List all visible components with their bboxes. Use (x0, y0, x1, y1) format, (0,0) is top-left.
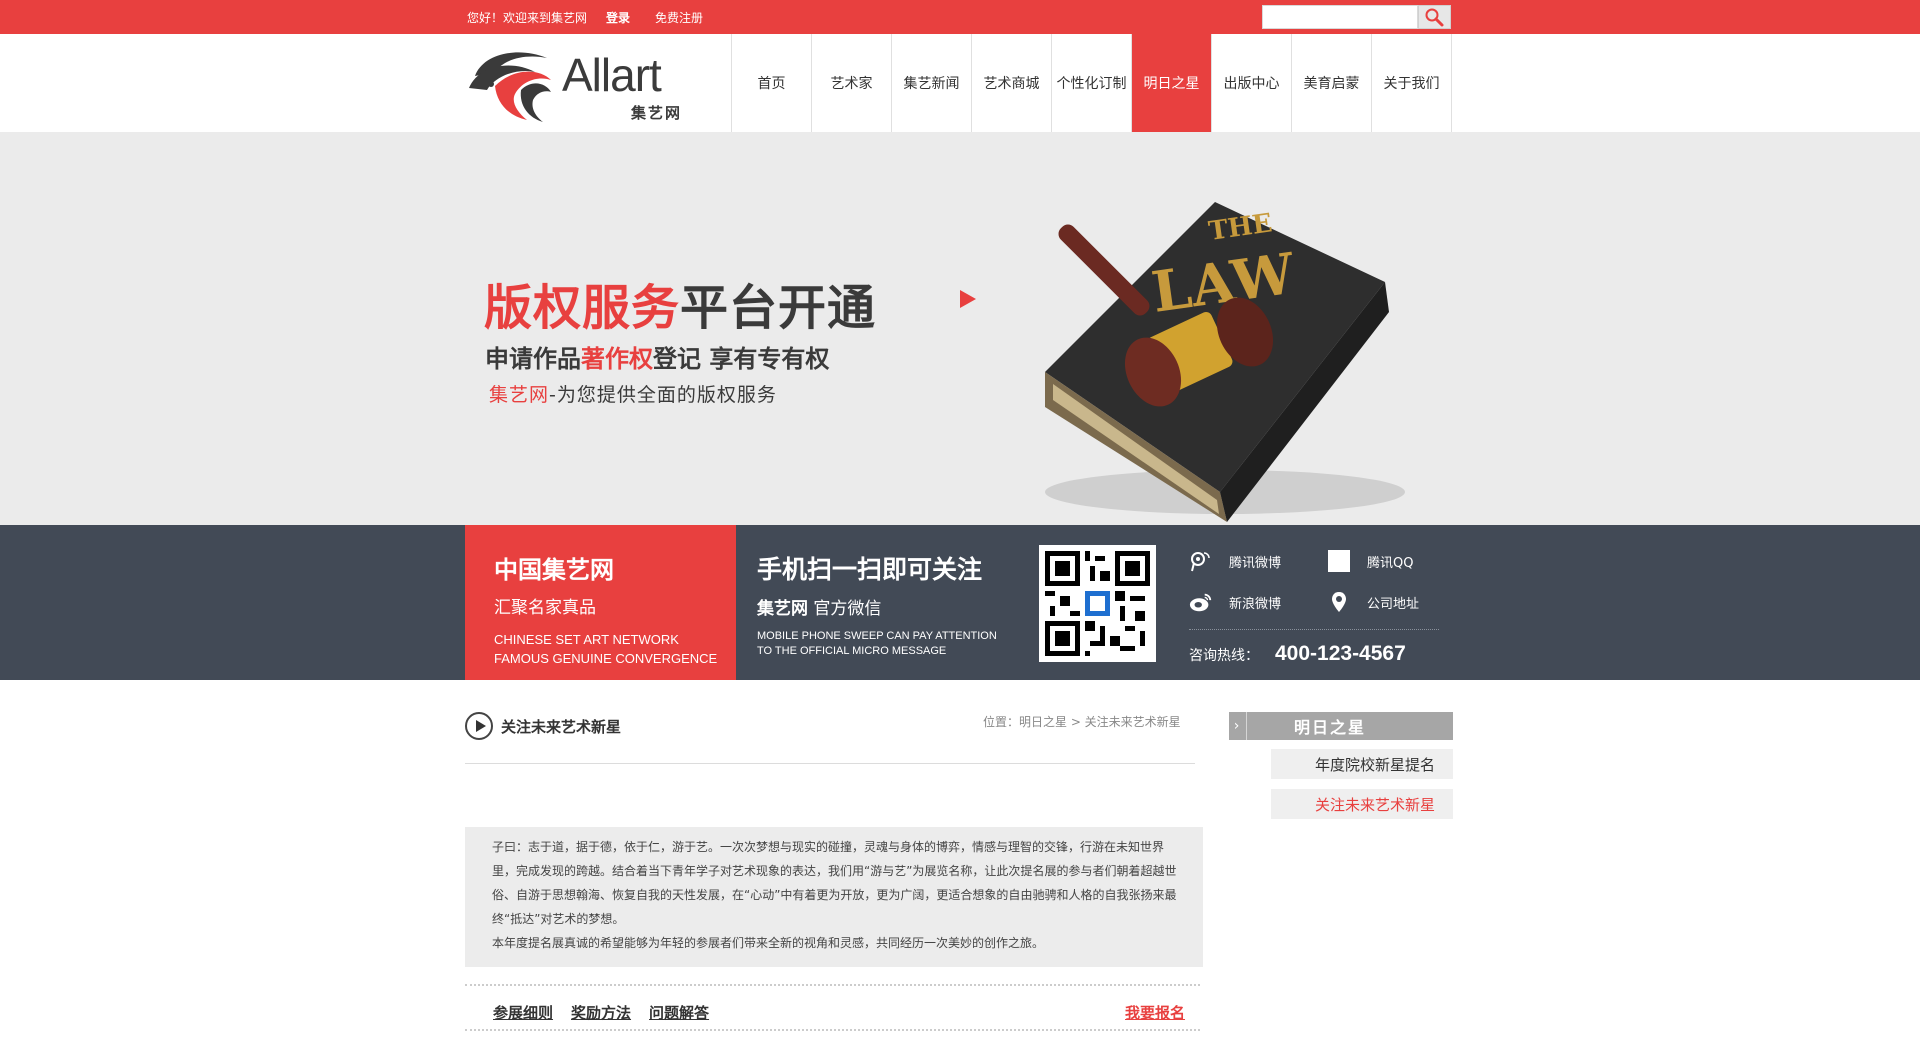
sidebar-heading: › 明日之星 (1229, 712, 1453, 740)
location-pin-icon (1327, 591, 1351, 613)
search-input[interactable] (1262, 5, 1418, 29)
welcome-text: 您好！欢迎来到集艺网 (467, 11, 588, 25)
tencent-qq-link[interactable]: 腾讯QQ (1327, 550, 1413, 572)
banner-tagline: 集艺网-为您提供全面的版权服务 (489, 380, 777, 407)
tencent-qq-label: 腾讯QQ (1367, 555, 1414, 571)
sidebar-heading-label: 明日之星 (1294, 718, 1367, 737)
info-tabs: 参展细则 奖励方法 问题解答 (493, 1002, 727, 1023)
site-logo[interactable]: Allart 集艺网 (465, 46, 690, 126)
company-address-link[interactable]: 公司地址 (1327, 591, 1419, 613)
nav-custom[interactable]: 个性化订制 (1052, 34, 1132, 132)
scan-brand: 集艺网 (757, 599, 808, 619)
sina-weibo-icon (1189, 591, 1213, 613)
logo-subtitle: 集艺网 (631, 104, 683, 122)
breadcrumb[interactable]: 位置：明日之星 > 关注未来艺术新星 (983, 713, 1181, 730)
banner-title: 版权服务平台开通 (484, 268, 876, 338)
brand-slogan: 汇聚名家真品 (494, 598, 596, 618)
sina-weibo-label: 新浪微博 (1229, 596, 1282, 612)
sidebar-item-annual-nomination[interactable]: 年度院校新星提名 (1271, 749, 1453, 779)
hotline-divider (1189, 629, 1439, 630)
info-strip: 中国集艺网 汇聚名家真品 CHINESE SET ART NETWORK FAM… (0, 525, 1920, 680)
nav-art-education[interactable]: 美育启蒙 (1292, 34, 1372, 132)
intro-box: 子曰：志于道，据于德，依于仁，游于艺。一次次梦想与现实的碰撞，灵魂与身体的博弈，… (465, 827, 1203, 967)
logo-emblem (469, 52, 551, 122)
qr-code-icon (1045, 551, 1150, 656)
banner-title-rest: 平台开通 (680, 280, 877, 336)
scan-panel: 手机扫一扫即可关注 集艺网 官方微信 MOBILE PHONE SWEEP CA… (757, 550, 997, 659)
scan-title: 手机扫一扫即可关注 (757, 555, 983, 584)
register-link[interactable]: 免费注册 (655, 9, 703, 26)
intro-paragraph-2: 本年度提名展真诚的希望能够为年轻的参展者们带来全新的视角和灵感，共同经历一次美妙… (492, 936, 1045, 950)
main-nav: 首页 艺术家 集艺新闻 艺术商城 个性化订制 明日之星 出版中心 美育启蒙 关于… (731, 34, 1452, 132)
hotline-label: 咨询热线： (1189, 648, 1259, 664)
tab-award-methods[interactable]: 奖励方法 (571, 1002, 631, 1023)
tencent-weibo-link[interactable]: 腾讯微博 (1189, 550, 1281, 572)
scan-subtitle: 集艺网 官方微信 (757, 594, 997, 619)
signup-link[interactable]: 我要报名 (1125, 1002, 1185, 1023)
scan-english: MOBILE PHONE SWEEP CAN PAY ATTENTION TO … (757, 629, 997, 659)
scan-english-line1: MOBILE PHONE SWEEP CAN PAY ATTENTION (757, 630, 997, 642)
brand-english-line2: FAMOUS GENUINE CONVERGENCE (494, 651, 718, 666)
scan-sub-label: 官方微信 (813, 599, 882, 619)
tabs-top-divider (465, 984, 1200, 986)
sidebar-item-future-stars[interactable]: 关注未来艺术新星 (1271, 789, 1453, 819)
tabs-bottom-divider (465, 1029, 1200, 1031)
tencent-weibo-label: 腾讯微博 (1229, 555, 1282, 571)
sina-weibo-link[interactable]: 新浪微博 (1189, 591, 1281, 613)
search-icon (1425, 8, 1444, 27)
qq-icon (1327, 550, 1351, 572)
banner-subtitle: 申请作品著作权登记 享有专有权 (485, 339, 829, 374)
scan-english-line2: TO THE OFFICIAL MICRO MESSAGE (757, 645, 947, 657)
wechat-qr-code (1039, 545, 1156, 662)
banner-subtitle-b: 登记 享有专有权 (653, 345, 830, 373)
law-book-gavel-illustration: THE LAW (1045, 202, 1405, 522)
nav-artists[interactable]: 艺术家 (812, 34, 892, 132)
brand-english-line1: CHINESE SET ART NETWORK (494, 632, 679, 647)
search-button[interactable] (1418, 5, 1451, 29)
nav-future-stars[interactable]: 明日之星 (1132, 34, 1212, 132)
heading-divider (465, 763, 1195, 764)
banner-arrow-icon (960, 290, 976, 308)
banner-tagline-rest: -为您提供全面的版权服务 (549, 384, 777, 406)
login-link[interactable]: 登录 (606, 9, 630, 26)
brand-english: CHINESE SET ART NETWORK FAMOUS GENUINE C… (494, 630, 736, 668)
hero-banner[interactable]: 版权服务平台开通 申请作品著作权登记 享有专有权 集艺网-为您提供全面的版权服务… (0, 132, 1920, 525)
nav-about[interactable]: 关于我们 (1372, 34, 1452, 132)
brand-panel: 中国集艺网 汇聚名家真品 CHINESE SET ART NETWORK FAM… (465, 525, 736, 680)
brand-title: 中国集艺网 (494, 556, 614, 584)
banner-tagline-brand: 集艺网 (489, 384, 550, 406)
nav-publishing[interactable]: 出版中心 (1212, 34, 1292, 132)
nav-news[interactable]: 集艺新闻 (892, 34, 972, 132)
tencent-weibo-icon (1189, 550, 1213, 572)
banner-subtitle-a: 申请作品 (485, 345, 581, 373)
nav-mall[interactable]: 艺术商城 (972, 34, 1052, 132)
section-heading: 关注未来艺术新星 (465, 712, 621, 740)
section-title: 关注未来艺术新星 (501, 717, 622, 736)
content-area: 关注未来艺术新星 位置：明日之星 > 关注未来艺术新星 子曰：志于道，据于德，依… (465, 680, 1453, 1060)
company-address-label: 公司地址 (1367, 596, 1420, 612)
nav-home[interactable]: 首页 (732, 34, 812, 132)
banner-title-highlight: 版权服务 (484, 280, 681, 336)
top-bar: 您好！欢迎来到集艺网 登录 免费注册 (0, 0, 1920, 34)
chevron-right-icon: › (1229, 712, 1247, 740)
play-circle-icon (465, 712, 493, 740)
banner-subtitle-highlight: 著作权 (581, 345, 653, 373)
tab-exhibition-rules[interactable]: 参展细则 (493, 1002, 553, 1023)
tab-faq[interactable]: 问题解答 (649, 1002, 709, 1023)
intro-paragraph-1: 子曰：志于道，据于德，依于仁，游于艺。一次次梦想与现实的碰撞，灵魂与身体的博弈，… (492, 840, 1177, 926)
logo-text: Allart (562, 49, 662, 101)
hotline: 咨询热线： 400-123-4567 (1189, 642, 1406, 666)
hotline-number: 400-123-4567 (1275, 642, 1406, 665)
header: Allart 集艺网 首页 艺术家 集艺新闻 艺术商城 个性化订制 明日之星 出… (0, 34, 1920, 132)
